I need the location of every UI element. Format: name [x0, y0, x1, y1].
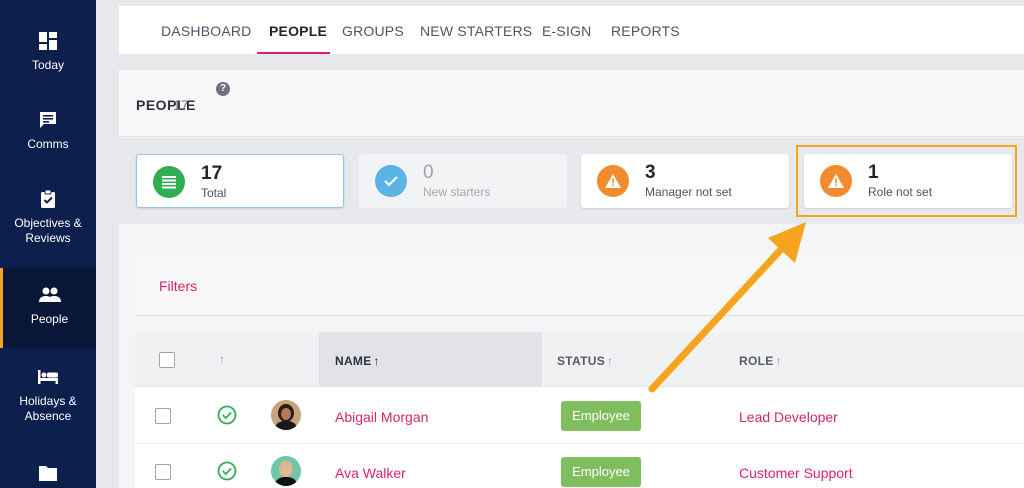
tab-dashboard[interactable]: DASHBOARD — [161, 23, 251, 39]
filters-bar[interactable]: Filters — [135, 256, 1024, 316]
sidebar-item-today[interactable]: Today — [0, 30, 96, 73]
sidebar-item-holidays[interactable]: Holidays & Absence — [0, 366, 96, 424]
column-header-status[interactable]: STATUS ↑ — [557, 354, 613, 368]
sidebar-item-documents[interactable] — [0, 462, 96, 488]
tab-groups[interactable]: GROUPS — [342, 23, 404, 39]
sort-up-icon: ↑ — [607, 354, 614, 368]
stat-value: 0 — [423, 162, 434, 183]
warning-icon — [597, 165, 629, 197]
row-checkbox[interactable] — [155, 408, 171, 424]
page-header: PEOPLE 17 ? — [119, 70, 1024, 137]
people-count: 17 — [173, 97, 189, 113]
filters-toggle[interactable]: Filters — [159, 278, 197, 294]
stat-card-manager-not-set[interactable]: 3 Manager not set — [581, 154, 789, 208]
sort-arrow-icon[interactable]: ↑ — [219, 352, 225, 366]
column-header-name[interactable]: NAME ↑ — [335, 354, 380, 368]
sort-up-icon: ↑ — [775, 354, 782, 368]
clipboard-check-icon — [37, 188, 59, 210]
avatar — [271, 400, 301, 430]
active-tab-indicator — [257, 52, 330, 54]
stat-label: New starters — [423, 185, 491, 199]
sidebar-item-label: Objectives & Reviews — [14, 216, 82, 245]
sort-up-icon: ↑ — [373, 354, 380, 368]
sidebar-item-label: Today — [31, 58, 65, 72]
bed-icon — [37, 366, 59, 388]
tab-reports[interactable]: REPORTS — [611, 23, 680, 39]
tab-people[interactable]: PEOPLE — [269, 23, 327, 39]
sidebar-item-comms[interactable]: Comms — [0, 109, 96, 152]
stat-card-new-starters[interactable]: 0 New starters — [359, 154, 567, 208]
check-circle-icon — [217, 461, 237, 481]
table-header: ↑ NAME ↑ STATUS ↑ ROLE ↑ — [135, 332, 1024, 387]
stat-label: Total — [201, 186, 227, 200]
people-table: ↑ NAME ↑ STATUS ↑ ROLE ↑ Abigail Morgan Emp… — [135, 332, 1024, 488]
sidebar-item-objectives[interactable]: Objectives & Reviews — [0, 188, 96, 246]
sidebar-item-label: Holidays & Absence — [19, 394, 77, 423]
stat-card-total[interactable]: 17 Total — [136, 154, 344, 208]
role-link[interactable]: Customer Support — [739, 465, 853, 481]
column-header-role[interactable]: ROLE ↑ — [739, 354, 782, 368]
check-circle-icon — [217, 405, 237, 425]
list-icon — [153, 166, 185, 198]
annotation-highlight-box — [796, 145, 1017, 217]
row-checkbox[interactable] — [155, 464, 171, 480]
person-name-link[interactable]: Ava Walker — [335, 465, 406, 481]
folder-icon — [37, 462, 59, 484]
check-icon — [375, 165, 407, 197]
tab-e-sign[interactable]: E-SIGN — [542, 23, 591, 39]
stat-value: 3 — [645, 162, 656, 183]
sidebar-item-label: People — [30, 312, 69, 326]
main-panel: PEOPLE 17 ? 17 Total 0 New starters 3 Ma… — [119, 70, 1024, 488]
person-name-link[interactable]: Abigail Morgan — [335, 409, 428, 425]
people-icon — [38, 284, 61, 306]
stat-label: Manager not set — [645, 185, 732, 199]
avatar — [271, 456, 301, 486]
role-link[interactable]: Lead Developer — [739, 409, 838, 425]
sidebar-item-people[interactable]: People — [0, 268, 96, 348]
dashboard-icon — [37, 30, 59, 52]
select-all-checkbox[interactable] — [159, 352, 175, 368]
tab-new-starters[interactable]: NEW STARTERS — [420, 23, 532, 39]
status-badge: Employee — [561, 457, 641, 487]
stat-value: 17 — [201, 163, 223, 184]
sidebar: Today Comms Objectives & Reviews People … — [0, 0, 96, 488]
table-row[interactable]: Ava Walker Employee Customer Support — [135, 444, 1024, 488]
table-row[interactable]: Abigail Morgan Employee Lead Developer — [135, 388, 1024, 444]
status-badge: Employee — [561, 401, 641, 431]
sidebar-item-label: Comms — [27, 137, 69, 151]
message-icon — [37, 109, 59, 131]
top-nav: DASHBOARD PEOPLE GROUPS NEW STARTERS E-S… — [119, 6, 1024, 54]
help-icon[interactable]: ? — [216, 82, 230, 96]
